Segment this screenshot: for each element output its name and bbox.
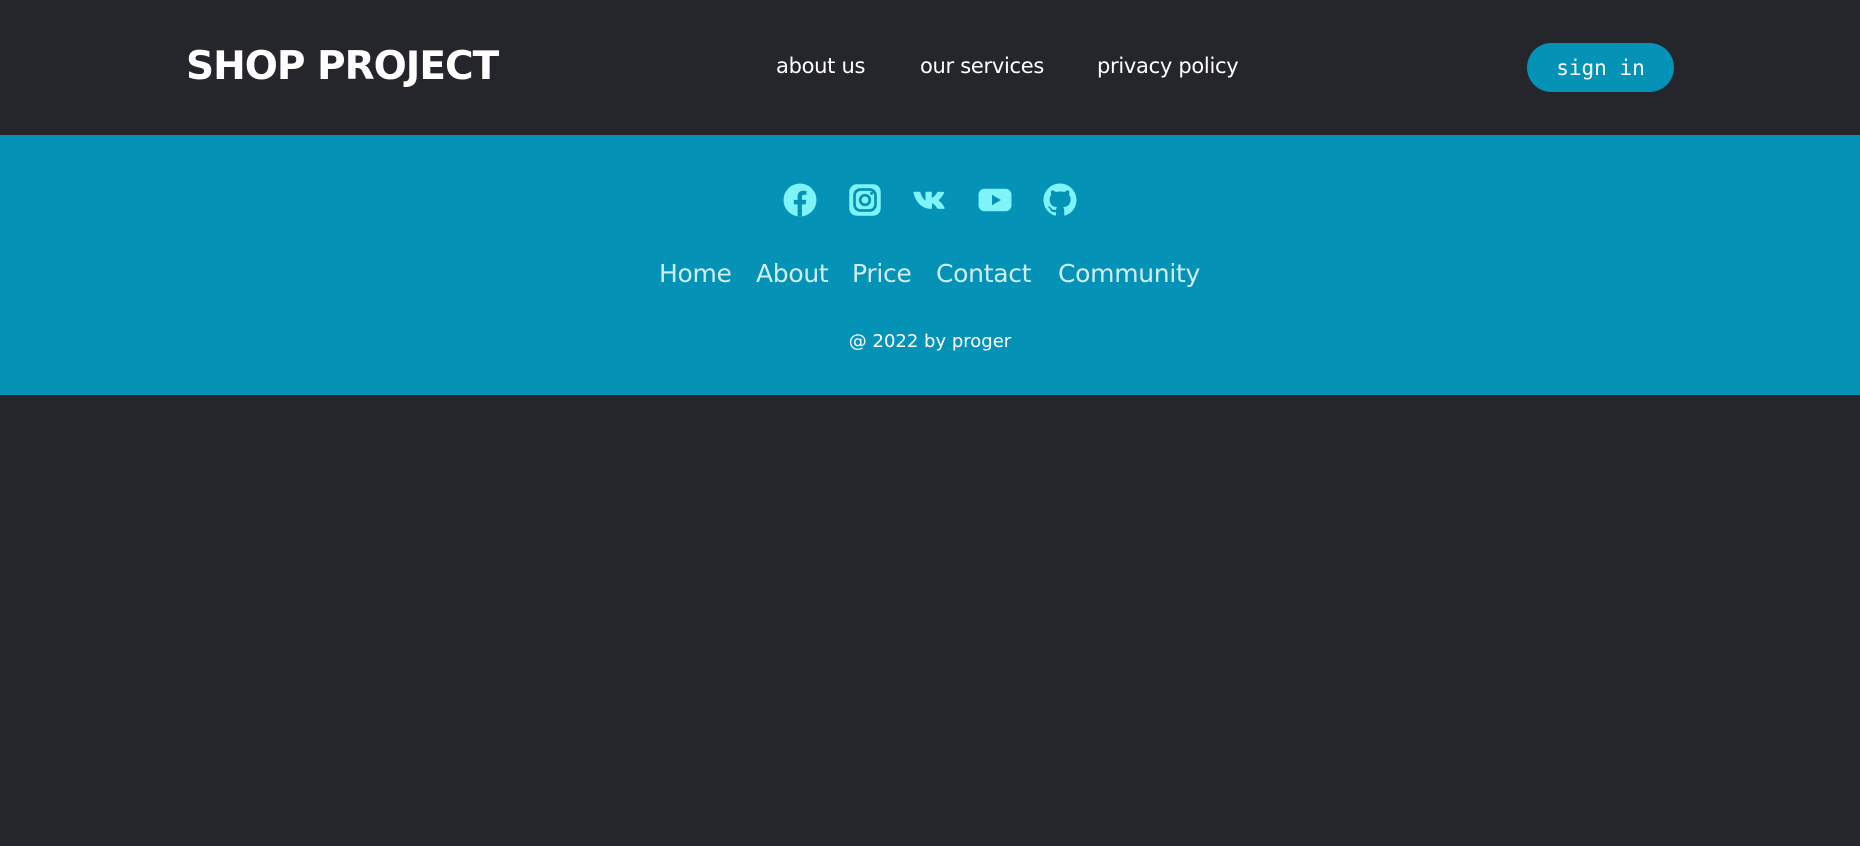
footer-nav: Home About Price Contact Community <box>0 259 1860 291</box>
site-header: SHOP PROJECT about us our services priva… <box>0 0 1860 135</box>
github-icon[interactable] <box>1042 182 1078 218</box>
copyright-text: @ 2022 by proger <box>848 331 1012 352</box>
facebook-icon[interactable] <box>782 182 818 218</box>
sign-in-button[interactable]: sign in <box>1527 43 1674 92</box>
footer-link-community[interactable]: Community <box>1058 259 1200 288</box>
footer-link-contact[interactable]: Contact <box>936 259 1031 288</box>
site-footer: Home About Price Contact Community @ 202… <box>0 135 1860 395</box>
instagram-icon[interactable] <box>847 182 883 218</box>
nav-link-privacy-policy[interactable]: privacy policy <box>1097 54 1239 78</box>
vk-icon[interactable] <box>912 182 948 218</box>
nav-link-about-us[interactable]: about us <box>776 54 865 78</box>
footer-link-home[interactable]: Home <box>659 259 732 288</box>
youtube-icon[interactable] <box>977 182 1013 218</box>
social-links <box>0 182 1860 220</box>
footer-link-price[interactable]: Price <box>852 259 912 288</box>
footer-link-about[interactable]: About <box>756 259 829 288</box>
site-logo[interactable]: SHOP PROJECT <box>186 44 499 89</box>
nav-link-our-services[interactable]: our services <box>920 54 1044 78</box>
